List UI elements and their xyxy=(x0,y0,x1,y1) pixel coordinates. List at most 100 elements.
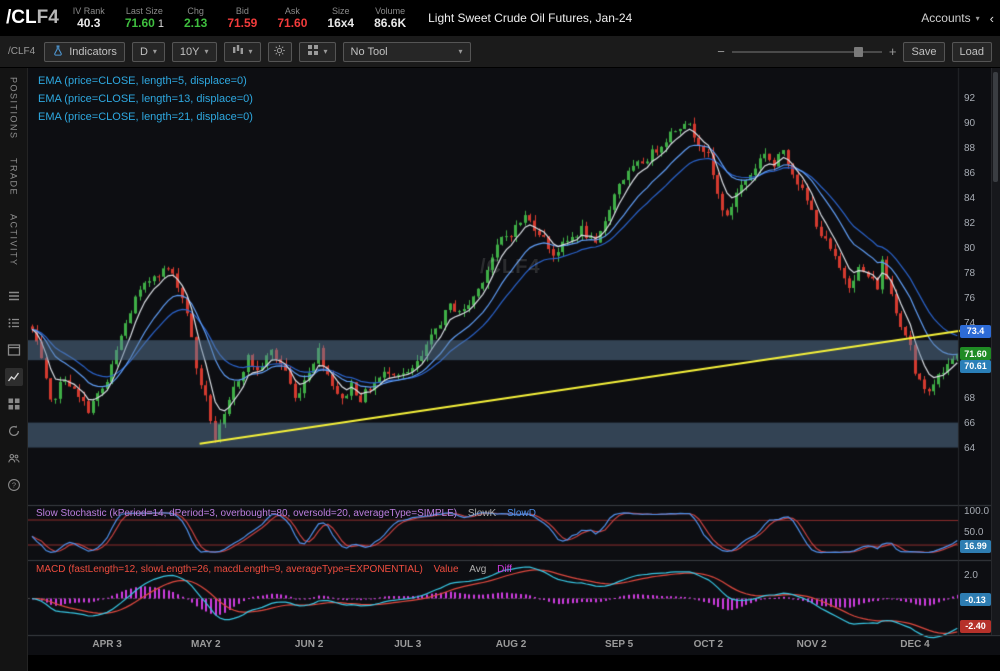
stoch-tick: 100.0 xyxy=(964,506,990,518)
chart-scrollbar[interactable] xyxy=(991,68,1000,635)
symbol-title[interactable]: /CLF4 xyxy=(0,7,73,29)
zoom-slider[interactable] xyxy=(731,45,882,59)
month-label: JUL 3 xyxy=(394,639,422,650)
save-button[interactable]: Save xyxy=(903,41,945,62)
load-label: Load xyxy=(959,45,984,58)
macd-diff-legend: Diff xyxy=(497,564,512,575)
gear-icon xyxy=(273,44,286,60)
price-tick: 64 xyxy=(964,442,976,454)
price-tick: 68 xyxy=(964,392,976,404)
chart-icon[interactable] xyxy=(4,368,23,387)
load-button[interactable]: Load xyxy=(951,41,992,62)
macd-legend-row: MACD (fastLength=12, slowLength=26, macd… xyxy=(36,564,512,575)
quote-field-ask: Ask 71.60 xyxy=(277,6,308,30)
timeframe-dropdown[interactable]: D ▾ xyxy=(131,41,165,62)
timeframe-value: D xyxy=(139,45,148,58)
help-icon[interactable]: ? xyxy=(5,476,23,494)
month-label: JUN 2 xyxy=(294,639,324,650)
bottom-bar xyxy=(28,655,1000,671)
stochastic-study-label[interactable]: Slow Stochastic (kPeriod=14, dPeriod=3, … xyxy=(36,508,457,519)
svg-text:?: ? xyxy=(11,481,15,490)
window-icon[interactable] xyxy=(5,341,23,359)
price-tick: 82 xyxy=(964,218,976,230)
slowd-legend: SlowD xyxy=(507,508,536,519)
save-label: Save xyxy=(911,45,937,58)
quote-bar: /CLF4 IV Rank 40.3 Last Size 71.60 1 Chg 2.13 B… xyxy=(0,0,1000,37)
menu-icon[interactable] xyxy=(5,287,23,305)
price-tick: 76 xyxy=(964,292,976,304)
month-label: NOV 2 xyxy=(796,639,827,650)
quote-field-bid: Bid 71.59 xyxy=(227,6,258,30)
zoom-out-icon[interactable]: − xyxy=(717,44,725,59)
chevron-down-icon: ▾ xyxy=(975,13,980,23)
chart-scrollbar-handle[interactable] xyxy=(993,72,998,182)
price-tick: 86 xyxy=(964,168,976,180)
macd-bubble: -0.13 xyxy=(960,593,991,607)
month-label: AUG 2 xyxy=(495,639,527,650)
month-label: APR 3 xyxy=(92,639,122,650)
chevron-down-icon: ▾ xyxy=(248,47,253,56)
instrument-description: Light Sweet Crude Oil Futures, Jan-24 xyxy=(428,11,633,25)
indicators-label: Indicators xyxy=(69,45,117,58)
chevron-down-icon: ▾ xyxy=(152,47,157,56)
price-bubble: 73.4 xyxy=(960,324,991,338)
quote-field-volume: Volume 86.6K xyxy=(374,6,407,30)
chevron-down-icon: ▾ xyxy=(323,47,328,56)
symbol-watermark: /CLF4 xyxy=(480,256,541,278)
watchlist-icon[interactable] xyxy=(5,314,23,332)
chart-settings-button[interactable] xyxy=(267,41,292,62)
grid-icon xyxy=(307,44,319,59)
price-chart-canvas[interactable] xyxy=(28,68,1000,671)
month-label: OCT 2 xyxy=(693,639,724,650)
drawing-tool-dropdown[interactable]: No Tool ▾ xyxy=(342,41,471,62)
chevron-down-icon: ▾ xyxy=(204,47,209,56)
price-tick: 78 xyxy=(964,268,976,279)
candlestick-style-icon xyxy=(232,44,244,59)
month-label: MAY 2 xyxy=(191,639,221,650)
quote-field-size: Size 16x4 xyxy=(327,6,355,30)
macd-study-label[interactable]: MACD (fastLength=12, slowLength=26, macd… xyxy=(36,564,423,575)
price-tick: 88 xyxy=(964,143,976,155)
history-icon[interactable] xyxy=(5,422,23,440)
accounts-label: Accounts xyxy=(921,11,971,25)
sidebar-tab-trade[interactable]: TRADE xyxy=(9,158,19,196)
quote-field-last-size: Last Size 71.60 1 xyxy=(124,5,164,30)
price-tick: 66 xyxy=(964,417,976,429)
quote-field-iv-rank: IV Rank 40.3 xyxy=(72,6,105,30)
sidebar-tab-activity[interactable]: ACTIVITY xyxy=(9,214,19,267)
symbol-root: /CL xyxy=(6,7,37,28)
range-value: 10Y xyxy=(179,45,200,58)
chart-style-dropdown[interactable]: ▾ xyxy=(223,41,261,62)
zoom-in-icon[interactable]: + xyxy=(889,44,897,59)
ema5-study-label[interactable]: EMA (price=CLOSE, length=5, displace=0) xyxy=(38,72,253,90)
accounts-menu[interactable]: Accounts ▾ xyxy=(921,11,989,25)
quote-field-chg: Chg 2.13 xyxy=(183,6,208,30)
price-tick: 80 xyxy=(964,243,976,255)
price-tick: 90 xyxy=(964,118,976,130)
apps-grid-icon[interactable] xyxy=(5,395,23,413)
chart-toolbar: /CLF4 Indicators D ▾ 10Y ▾ ▾ ▾ No Tool ▾… xyxy=(0,36,1000,68)
left-sidebar: POSITIONS TRADE ACTIVITY ? xyxy=(0,68,28,671)
price-bubble: 70.61 xyxy=(960,359,991,373)
tool-value: No Tool xyxy=(350,45,388,58)
flask-icon xyxy=(52,44,64,60)
community-icon[interactable] xyxy=(5,449,23,467)
symbol-suffix: F4 xyxy=(36,7,59,28)
price-tick: 84 xyxy=(964,193,976,205)
macd-bubble: -2.40 xyxy=(960,619,991,633)
ema13-study-label[interactable]: EMA (price=CLOSE, length=13, displace=0) xyxy=(38,90,253,108)
stoch-bubble: 16.99 xyxy=(960,539,991,553)
month-label: SEP 5 xyxy=(605,639,634,650)
ema21-study-label[interactable]: EMA (price=CLOSE, length=21, displace=0) xyxy=(38,108,253,126)
sidebar-tab-positions[interactable]: POSITIONS xyxy=(9,77,19,140)
toolbar-symbol-label: /CLF4 xyxy=(8,46,36,57)
chevron-down-icon: ▾ xyxy=(458,47,463,56)
grid-layout-dropdown[interactable]: ▾ xyxy=(298,41,336,62)
slowk-legend: SlowK xyxy=(467,508,497,519)
collapse-panel-icon[interactable]: ‹ xyxy=(990,11,1000,26)
indicators-button[interactable]: Indicators xyxy=(44,41,125,62)
range-dropdown[interactable]: 10Y ▾ xyxy=(171,41,217,62)
price-bubble: 71.60 xyxy=(960,347,991,361)
zoom-slider-handle[interactable] xyxy=(853,46,863,57)
quote-fields: IV Rank 40.3 Last Size 71.60 1 Chg 2.13 Bid 71.5… xyxy=(73,6,426,31)
